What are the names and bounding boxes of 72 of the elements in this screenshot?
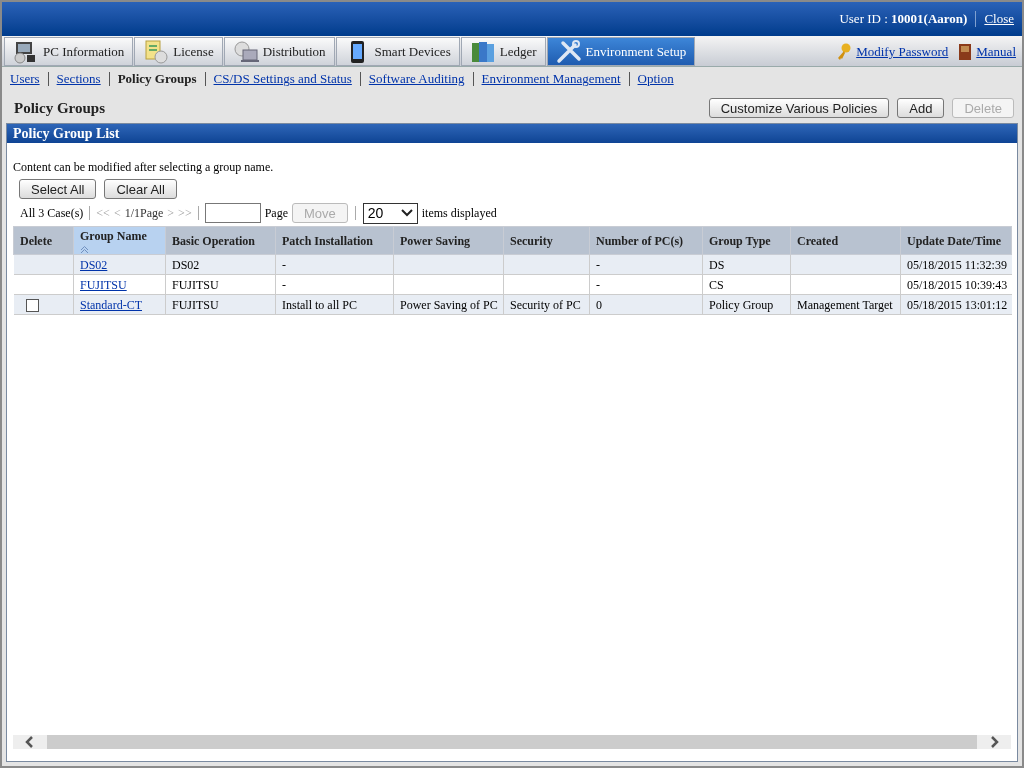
select-button[interactable]: Select All	[19, 179, 97, 199]
subnav-link[interactable]: CS/DS Settings and Status	[213, 69, 352, 89]
column-header[interactable]: Security	[503, 226, 590, 255]
subnav-link[interactable]: Option	[637, 69, 674, 89]
hint-text: Content can be modified after selecting a group name.	[13, 159, 275, 176]
column-header[interactable]: Delete	[13, 226, 74, 255]
nav-tab[interactable]: Ledger	[460, 37, 546, 66]
table-cell: 0	[589, 294, 703, 315]
table-cell: Management Target	[790, 294, 901, 315]
nav-tab[interactable]: Smart Devices	[335, 37, 460, 66]
column-header[interactable]: Group Name	[73, 226, 166, 255]
table-cell: Security of PC	[503, 294, 590, 315]
close-link[interactable]: Close	[984, 9, 1014, 29]
table-cell: Install to all PC	[275, 294, 394, 315]
page-label: Page	[264, 205, 288, 222]
column-header[interactable]: Update Date/Time	[900, 226, 1012, 255]
user-id: User ID : 10001(Aaron)	[839, 10, 968, 29]
nav-tab[interactable]: Distribution	[223, 37, 335, 66]
table-cell: -	[275, 254, 394, 275]
page-indicator: 1/1Page	[124, 205, 164, 222]
group-name-link[interactable]: Standard-CT	[80, 297, 142, 312]
binders-icon	[469, 39, 496, 64]
per-page-label: items displayed	[421, 205, 497, 222]
chevron-down-icon	[400, 209, 413, 217]
per-page-select[interactable]: 20	[362, 202, 418, 224]
table-cell: DS02	[165, 254, 276, 275]
nav-tab[interactable]: Environment Setup	[546, 37, 696, 66]
subnav-link[interactable]: Policy Groups	[117, 69, 197, 89]
tools-icon	[555, 39, 582, 64]
table-cell: DS	[702, 254, 791, 275]
column-header[interactable]: Created	[790, 226, 901, 255]
group-name-link[interactable]: DS02	[80, 257, 108, 272]
page-title: Policy Groups	[14, 98, 105, 118]
action-button[interactable]: Customize Various Policies	[708, 98, 890, 118]
column-header[interactable]: Power Saving	[393, 226, 504, 255]
page-input[interactable]	[204, 203, 261, 223]
delete-checkbox[interactable]	[25, 299, 39, 313]
table-cell: FUJITSU	[165, 274, 276, 295]
case-count: All 3 Case(s)	[20, 205, 84, 222]
subnav-link[interactable]: Software Auditing	[368, 69, 465, 89]
action-button[interactable]: Add	[897, 98, 945, 118]
certificate-icon	[143, 39, 170, 64]
column-header[interactable]: Patch Installation	[275, 226, 394, 255]
section-title: Policy Group List	[7, 124, 1017, 143]
column-header[interactable]: Basic Operation	[165, 226, 276, 255]
table-cell: Power Saving of PC	[393, 294, 504, 315]
group-name-link[interactable]: FUJITSU	[80, 277, 127, 292]
modify-password-link[interactable]: Modify Password	[856, 41, 949, 62]
nav-tab[interactable]: License	[134, 37, 223, 66]
table-cell: 05/18/2015 10:39:43	[900, 274, 1012, 295]
select-button[interactable]: Clear All	[104, 179, 177, 199]
scroll-left-icon[interactable]	[25, 736, 35, 748]
table-cell: -	[589, 254, 703, 275]
column-header[interactable]: Group Type	[702, 226, 791, 255]
column-header[interactable]: Number of PC(s)	[589, 226, 703, 255]
disc-computer-icon	[232, 39, 259, 64]
table-cell: CS	[702, 274, 791, 295]
scroll-right-icon[interactable]	[989, 736, 999, 748]
key-icon	[836, 42, 853, 61]
table-cell: -	[275, 274, 394, 295]
manual-link[interactable]: Manual	[976, 41, 1016, 62]
table-cell: 05/18/2015 13:01:12	[900, 294, 1012, 315]
subnav-link[interactable]: Users	[10, 69, 40, 89]
table-cell: -	[589, 274, 703, 295]
book-icon	[958, 42, 973, 61]
table-cell: Policy Group	[702, 294, 791, 315]
sort-ascending-icon	[80, 245, 89, 254]
table-cell: 05/18/2015 11:32:39	[900, 254, 1012, 275]
nav-tab[interactable]: PC Information	[4, 37, 134, 66]
table-cell: FUJITSU	[165, 294, 276, 315]
subnav-link[interactable]: Environment Management	[481, 69, 621, 89]
subnav-link[interactable]: Sections	[56, 69, 101, 89]
